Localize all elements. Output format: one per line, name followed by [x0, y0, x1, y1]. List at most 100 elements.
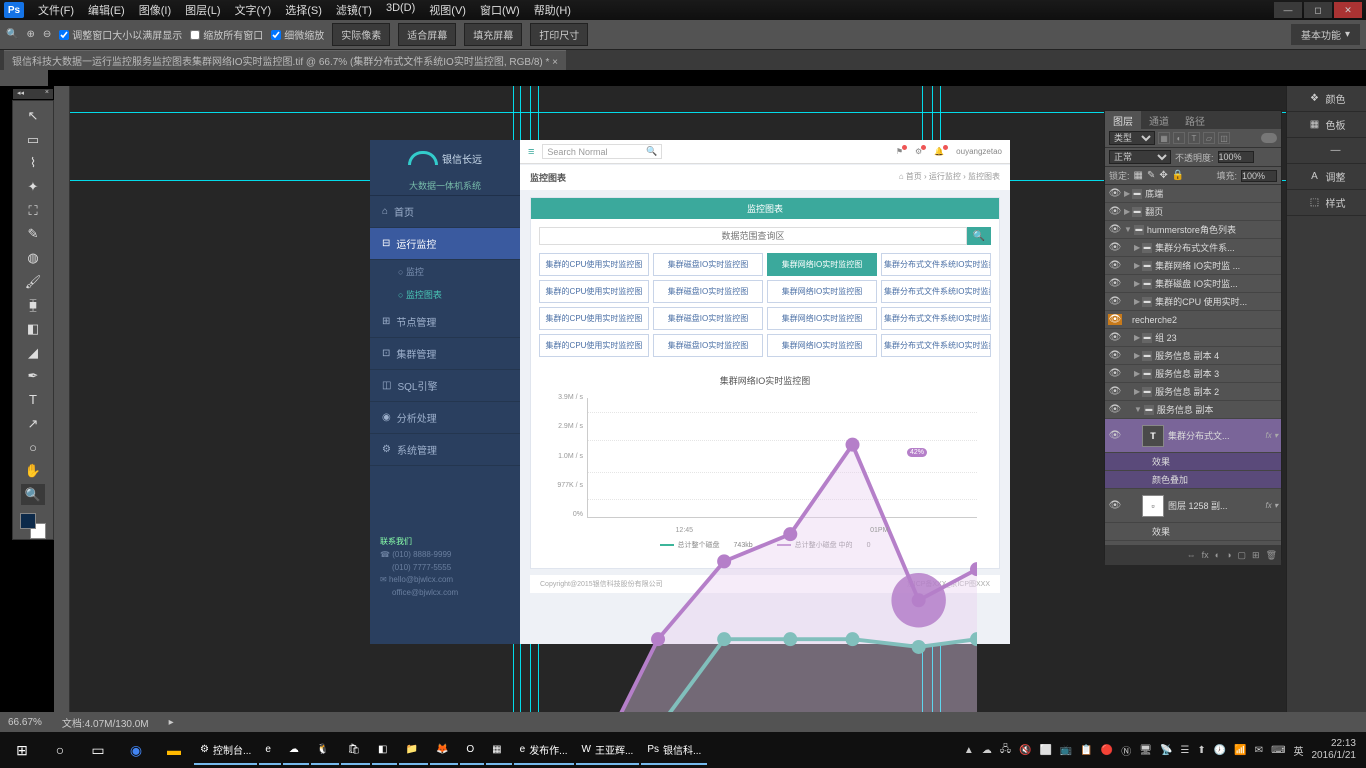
filter-smart-icon[interactable]: ◫: [1218, 132, 1230, 144]
filter-adjust-icon[interactable]: ◐: [1173, 132, 1185, 144]
tray-icon[interactable]: ⬜: [1039, 745, 1051, 756]
panel-tab[interactable]: A调整: [1287, 164, 1366, 190]
zoom-all-checkbox[interactable]: 缩放所有窗口: [190, 27, 263, 42]
tray-icon[interactable]: 🖧: [1000, 742, 1011, 759]
tray-icon[interactable]: 📺: [1060, 745, 1072, 756]
move-tool[interactable]: ↖: [21, 105, 45, 127]
heal-tool[interactable]: ◍: [21, 247, 45, 269]
start-button[interactable]: ⊞: [4, 735, 40, 765]
menu-item[interactable]: 文件(F): [32, 0, 80, 20]
brush-tool[interactable]: 🖌: [21, 271, 45, 293]
layer-row[interactable]: 👁▶▬组 23: [1105, 329, 1281, 347]
gradient-tool[interactable]: ◢: [21, 342, 45, 364]
taskbar-task[interactable]: Ps银信科...: [641, 735, 707, 765]
taskbar-task[interactable]: 🐧: [311, 735, 339, 765]
color-swatch[interactable]: [20, 513, 46, 539]
filter-type-icon[interactable]: T: [1188, 132, 1200, 144]
menu-item[interactable]: 图像(I): [133, 0, 177, 20]
eyedropper-tool[interactable]: ✎: [21, 223, 45, 245]
filter-pixel-icon[interactable]: ▦: [1158, 132, 1170, 144]
panel-tab[interactable]: 通道: [1141, 111, 1177, 129]
type-tool[interactable]: T: [21, 389, 45, 411]
layer-row[interactable]: 👁▫图层 1258 副...fx ▾: [1105, 489, 1281, 523]
panel-tab[interactable]: ⬚样式: [1287, 190, 1366, 216]
scrubby-zoom-checkbox[interactable]: 细微缩放: [271, 27, 324, 42]
layer-list[interactable]: 👁▶▬底端👁▶▬翻页👁▼▬hummerstore角色列表👁▶▬集群分布式文件系.…: [1105, 185, 1281, 545]
menu-item[interactable]: 3D(D): [380, 0, 421, 20]
resize-window-checkbox[interactable]: 调整窗口大小以满屏显示: [59, 27, 182, 42]
layer-row[interactable]: 👁▶▬翻页: [1105, 203, 1281, 221]
layer-row[interactable]: 👁▶▬服务信息 副本 2: [1105, 383, 1281, 401]
tray-icon[interactable]: ✉: [1255, 745, 1263, 756]
tray-icon[interactable]: Ⓝ: [1121, 743, 1131, 758]
new-fill-icon[interactable]: ◑: [1226, 550, 1231, 560]
taskbar-task[interactable]: W王亚辉...: [576, 735, 640, 765]
lock-paint-icon[interactable]: ✎: [1147, 170, 1155, 181]
layer-row[interactable]: 👁▶▬底端: [1105, 185, 1281, 203]
layer-row[interactable]: 👁▶▬集群分布式文件系...: [1105, 239, 1281, 257]
taskbar-task[interactable]: ◧: [372, 735, 397, 765]
panel-tab[interactable]: 图层: [1105, 111, 1141, 129]
tray-icon[interactable]: 📶: [1234, 745, 1246, 756]
taskbar-task[interactable]: e: [259, 735, 281, 765]
taskbar-task[interactable]: ☁: [283, 735, 309, 765]
lock-all-icon[interactable]: 🔒: [1172, 170, 1184, 181]
link-layers-icon[interactable]: ⇔: [1187, 550, 1196, 560]
path-tool[interactable]: ↗: [21, 413, 45, 435]
maximize-button[interactable]: ◻: [1304, 2, 1332, 18]
panel-tab[interactable]: 路径: [1177, 111, 1213, 129]
delete-layer-icon[interactable]: 🗑: [1266, 550, 1277, 561]
layer-mask-icon[interactable]: ◐: [1215, 550, 1220, 560]
taskbar-task[interactable]: ▦: [486, 735, 511, 765]
tray-icon[interactable]: 🔇: [1019, 745, 1031, 756]
tray-icon[interactable]: ⬆: [1197, 745, 1205, 756]
taskview-icon[interactable]: ▭: [80, 735, 116, 765]
taskbar-task[interactable]: 🦊: [430, 735, 458, 765]
layer-row[interactable]: 效果: [1105, 453, 1281, 471]
explorer-icon[interactable]: ▬: [156, 735, 192, 765]
layer-kind-select[interactable]: 类型: [1109, 131, 1155, 145]
filter-shape-icon[interactable]: ▱: [1203, 132, 1215, 144]
new-group-icon[interactable]: ▢: [1238, 550, 1247, 561]
filter-toggle[interactable]: [1261, 133, 1277, 143]
zoom-tool[interactable]: 🔍: [21, 484, 45, 506]
layer-row[interactable]: 👁▼▬hummerstore角色列表: [1105, 221, 1281, 239]
layer-row[interactable]: 👁▶▬集群的CPU 使用实时...: [1105, 293, 1281, 311]
menu-item[interactable]: 视图(V): [423, 0, 472, 20]
lasso-tool[interactable]: ⌇: [21, 152, 45, 174]
lock-pixels-icon[interactable]: ▦: [1134, 170, 1143, 181]
taskbar-clock[interactable]: 22:132016/1/21: [1312, 738, 1357, 762]
crop-tool[interactable]: ⛶: [21, 200, 45, 222]
zoom-out-icon[interactable]: ⊖: [43, 29, 51, 40]
taskbar-task[interactable]: 🛍: [341, 735, 370, 765]
taskbar-task[interactable]: e发布作...: [514, 735, 574, 765]
layer-row[interactable]: 颜色叠加: [1105, 471, 1281, 489]
layer-fx-icon[interactable]: fx: [1202, 550, 1209, 560]
menu-item[interactable]: 帮助(H): [528, 0, 577, 20]
shape-tool[interactable]: ○: [21, 436, 45, 458]
tray-icon[interactable]: ☰: [1180, 745, 1189, 756]
panel-tab[interactable]: ❖颜色: [1287, 86, 1366, 112]
taskbar-task[interactable]: ⚙控制台...: [194, 735, 257, 765]
opacity-input[interactable]: [1218, 151, 1254, 163]
menu-item[interactable]: 窗口(W): [474, 0, 526, 20]
menu-item[interactable]: 文字(Y): [229, 0, 278, 20]
marquee-tool[interactable]: ▭: [21, 129, 45, 151]
lock-pos-icon[interactable]: ✥: [1159, 170, 1167, 181]
workspace-switcher[interactable]: 基本功能▾: [1291, 24, 1360, 45]
menu-item[interactable]: 图层(L): [179, 0, 226, 20]
fill-screen-button[interactable]: 填充屏幕: [464, 23, 522, 46]
new-layer-icon[interactable]: ⊞: [1252, 550, 1260, 561]
tray-icon[interactable]: 🖥: [1139, 745, 1152, 756]
tray-icon[interactable]: 英: [1294, 743, 1304, 758]
tray-icon[interactable]: 📋: [1080, 745, 1092, 756]
tray-icon[interactable]: 📡: [1160, 745, 1172, 756]
taskbar-task[interactable]: O: [460, 735, 484, 765]
layer-row[interactable]: 👁▶▬服务信息 副本 4: [1105, 347, 1281, 365]
document-tab[interactable]: 银信科技大数据一运行监控服务监控图表集群网络IO实时监控图.tif @ 66.7…: [4, 50, 566, 70]
print-size-button[interactable]: 打印尺寸: [530, 23, 588, 46]
tray-icon[interactable]: ⌨: [1271, 745, 1285, 756]
layer-row[interactable]: 👁▼▬服务信息 副本: [1105, 401, 1281, 419]
zoom-in-icon[interactable]: ⊕: [26, 29, 34, 40]
tray-icon[interactable]: ▲: [964, 745, 974, 756]
